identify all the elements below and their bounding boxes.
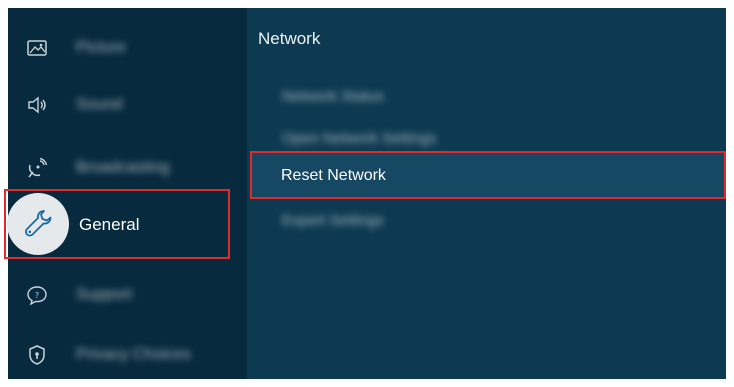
sidebar-item-label: Privacy Choices [76,346,191,363]
sidebar-item-label: Sound [76,96,123,113]
sound-icon [26,94,48,116]
sidebar-item-sound[interactable]: Sound [8,77,247,133]
wrench-icon [24,210,52,237]
picture-icon [26,37,48,59]
sidebar-item-broadcasting[interactable]: Broadcasting [8,140,247,196]
general-icon-circle [7,193,69,255]
shield-icon [26,344,48,366]
menu-item-open-network-settings[interactable]: Open Network Settings [282,130,436,148]
sidebar-item-support[interactable]: ? Support [8,267,247,323]
menu-item-reset-network[interactable]: Reset Network [250,151,726,199]
menu-item-label: Reset Network [281,167,386,184]
sidebar-item-label: Picture [76,39,126,56]
broadcasting-icon [26,157,48,179]
menu-item-expert-settings[interactable]: Expert Settings [282,212,384,230]
sidebar-item-label: Support [76,286,133,303]
menu-item-network-status[interactable]: Network Status [282,88,384,106]
sidebar-item-picture[interactable]: Picture [8,20,247,76]
svg-text:?: ? [35,291,39,300]
sidebar-item-general-label: General [79,215,140,234]
support-icon: ? [26,284,48,306]
page-title: Network [258,29,321,48]
sidebar-item-label: Broadcasting [76,159,170,176]
sidebar-item-privacy[interactable]: Privacy Choices [8,327,247,383]
